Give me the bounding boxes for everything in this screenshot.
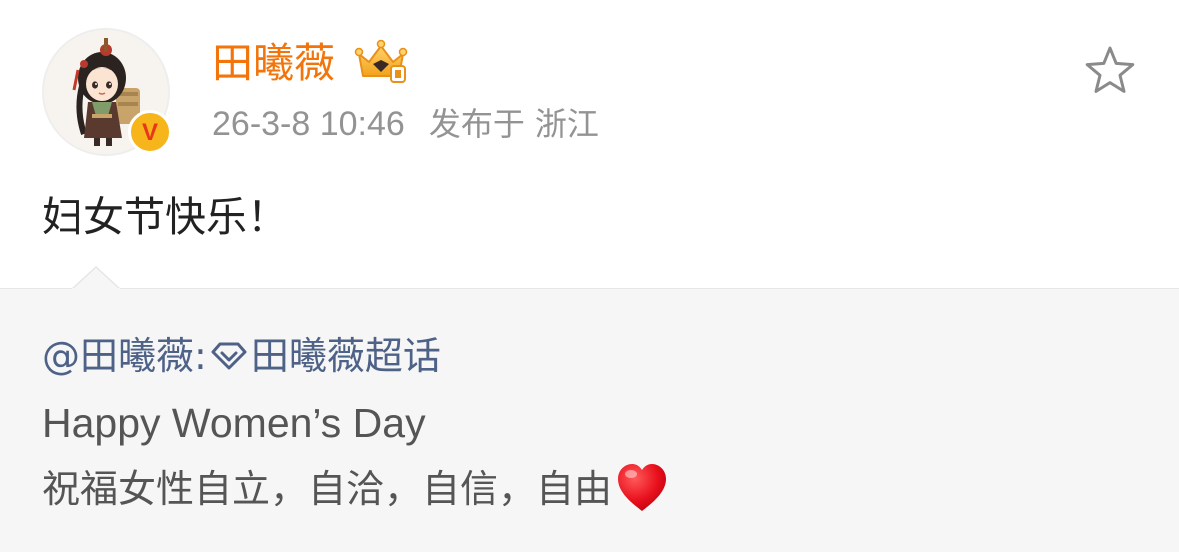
repost-topic-link[interactable]: 田曦薇超话 [251,330,441,382]
repost-text-line-2: 祝福女性自立，自洽，自信，自由 [42,463,670,519]
verified-badge-letter: V [141,118,158,146]
repost-mention-link[interactable]: @田曦薇 [42,330,194,382]
post-text: 妇女节快乐！ [42,193,288,241]
post-location: 浙江 [534,105,599,143]
diamond-icon [211,342,247,370]
author-name[interactable]: 田曦薇 [212,38,335,88]
repost-header: @田曦薇: 田曦薇超话 [42,330,441,382]
post-time: 26-3-8 10:46 [212,105,405,143]
post-meta: 26-3-8 10:46 发布于 浙江 [212,104,599,144]
repost-text-line-1: Happy Women’s Day [42,400,426,446]
weibo-post-card: V 田曦薇 26-3-8 10:46 发布于 浙江 妇女节快乐！ @田曦薇: 田… [0,0,1179,552]
crown-icon[interactable] [353,38,409,86]
star-outline-icon[interactable] [1083,44,1137,96]
repost-separator: : [194,334,207,378]
verified-badge: V [128,110,172,154]
heart-icon [618,463,667,511]
repost-pointer [72,266,120,290]
post-source-label: 发布于 [428,105,525,143]
author-avatar[interactable]: V [42,28,172,156]
repost-text-line-2-text: 祝福女性自立，自洽，自信，自由 [42,467,613,511]
